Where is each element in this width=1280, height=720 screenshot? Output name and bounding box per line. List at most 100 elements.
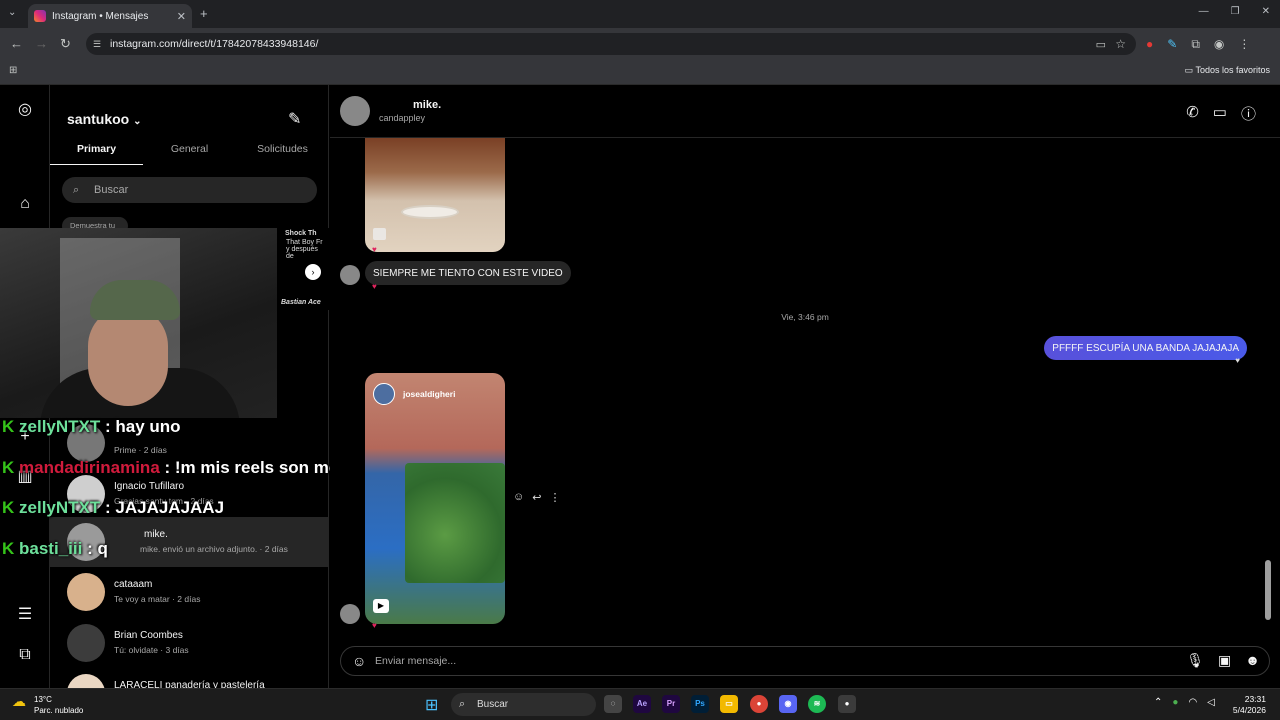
chevron-right-icon[interactable]: › [305,264,321,280]
reaction-heart-icon[interactable]: ♥ [372,621,377,630]
browser-tab-bar: ⌄ Instagram • Mensajes ✕ + — ❐ ✕ [0,0,1280,28]
maximize-icon[interactable]: ❐ [1231,6,1240,17]
search-icon: ⌕ [73,183,80,196]
ad-title: Shock Th [285,230,317,237]
home-icon[interactable]: ⌂ [15,194,35,214]
chat-badge: K [2,539,15,558]
profile-avatar-icon[interactable]: ◉ [1214,37,1224,52]
conversation-thread: mike. candappley ✆ ▭ ⓘ ♥ SIEMPRE ME TIEN… [330,85,1280,688]
chat-text: : hay uno [105,417,181,436]
tray-chevron-icon[interactable]: ⌃ [1154,697,1162,708]
account-username: santukoo [67,111,130,127]
image-icon[interactable]: ▣ [1218,652,1231,669]
wifi-icon[interactable]: ◠ [1188,697,1197,708]
volume-icon[interactable]: ◁ [1207,697,1215,708]
shared-media-preview[interactable] [365,138,505,252]
forward-icon[interactable]: → [35,36,48,51]
close-tab-icon[interactable]: ✕ [177,10,186,23]
chrome-icon[interactable]: ● [750,695,768,713]
shared-reel[interactable]: josealdigheri ▶ [365,373,505,624]
reload-icon[interactable]: ↻ [60,36,71,52]
tab-general[interactable]: General [143,143,236,165]
tab-search-icon[interactable]: ⌄ [8,7,16,18]
cast-icon[interactable]: ▭ [1096,38,1106,51]
bookmark-star-icon[interactable]: ☆ [1115,37,1126,51]
message-input[interactable]: ☺ Enviar mensaje... [340,646,1270,676]
chat-user: zellyNTXT [19,498,101,517]
new-message-icon[interactable]: ✎ [288,109,301,129]
search-input[interactable]: ⌕ Buscar [62,177,317,203]
windows-start-icon[interactable]: ⊞ [425,695,438,715]
reel-author-avatar [373,383,395,405]
incoming-message[interactable]: SIEMPRE ME TIENTO CON ESTE VIDEO [365,261,571,285]
taskbar-clock[interactable]: 23:31 5/4/2026 [1233,694,1266,716]
spotify-icon[interactable]: ≋ [808,695,826,713]
phone-icon[interactable]: ✆ [1186,103,1199,124]
ad-brand: Bastian Ace [281,299,321,306]
weather-widget[interactable]: ☁ 13°C Parc. nublado [12,694,83,716]
discord-icon[interactable]: ◉ [779,695,797,713]
weather-text: Parc. nublado [34,706,84,715]
reel-play-icon[interactable]: ▶ [373,599,389,613]
instagram-logo-icon[interactable]: ◎ [15,100,35,120]
extension-translate-icon[interactable]: ✎ [1167,37,1177,52]
outgoing-message[interactable]: PFFFF ESCUPÍA UNA BANDA JAJAJAJA [1044,336,1247,360]
conversation-item[interactable]: Brian Coombes Tú: olvidate · 3 días [50,618,328,668]
react-emoji-icon[interactable]: ☺ [513,491,524,504]
tab-primary[interactable]: Primary [50,143,143,165]
clock-date: 5/4/2026 [1232,705,1266,715]
info-icon[interactable]: ⓘ [1241,103,1256,124]
reply-icon[interactable]: ↩ [532,491,541,504]
extensions-puzzle-icon[interactable]: ⧉ [1191,37,1200,52]
chat-badge: K [2,498,15,517]
taskbar-search[interactable]: ⌕ Buscar [451,693,596,716]
video-call-icon[interactable]: ▭ [1213,103,1227,124]
all-bookmarks-folder[interactable]: ▭ Todos los favoritos [1185,65,1270,76]
tab-requests[interactable]: Solicitudes [236,143,328,165]
chevron-down-icon: ⌄ [133,116,142,127]
reaction-heart-icon[interactable]: ♥ [1235,356,1240,365]
chrome-menu-icon[interactable]: ⋮ [1238,37,1250,52]
extension-red-icon[interactable]: ● [1146,37,1153,52]
media-plate [401,205,459,219]
browser-tab[interactable]: Instagram • Mensajes ✕ [28,4,192,28]
chrome-active-icon[interactable]: ● [838,695,856,713]
account-switcher[interactable]: santukoo ⌄ [67,111,142,127]
apps-grid-icon[interactable]: ⊞ [9,65,17,76]
new-tab-icon[interactable]: + [200,6,208,21]
window-close-icon[interactable]: ✕ [1262,6,1270,17]
ad-line: That Boy Fr [286,239,323,246]
reel-author[interactable]: josealdigheri [403,389,455,399]
premiere-icon[interactable]: Pr [662,695,680,713]
address-bar[interactable]: ☰ instagram.com/direct/t/178420784339481… [86,33,1136,55]
search-placeholder: Buscar [94,184,129,196]
tab-title: Instagram • Mensajes [52,10,149,22]
conversation-item[interactable]: cataaam Te voy a matar · 2 días [50,567,328,617]
contact-name[interactable]: mike. [413,99,441,111]
scrollbar-thumb[interactable] [1265,560,1271,620]
chat-badge: K [2,458,15,477]
app-icon-generic[interactable]: ◌ [604,695,622,713]
play-icon[interactable] [373,228,386,240]
tray-mic-icon[interactable]: ● [1172,697,1178,708]
reaction-heart-icon[interactable]: ♥ [372,245,377,254]
more-options-icon[interactable]: ⋮ [549,491,560,504]
back-icon[interactable]: ← [10,36,23,51]
ad-card[interactable]: Shock Th That Boy Fr y después de › Bast… [281,228,329,310]
contact-handle: candappley [379,113,426,123]
conversation-item[interactable]: LARACELI panadería y pastelería [50,668,328,688]
site-info-icon[interactable]: ☰ [93,39,101,50]
reaction-heart-icon[interactable]: ♥ [372,282,377,291]
sticker-icon[interactable]: ☻ [1245,652,1260,669]
chat-text: : q [87,539,108,558]
more-apps-icon[interactable]: ⧉ [15,645,35,665]
file-explorer-icon[interactable]: ▭ [720,695,738,713]
chat-user: basti_iii [19,539,83,558]
menu-icon[interactable]: ☰ [15,605,35,625]
photoshop-icon[interactable]: Ps [691,695,709,713]
microphone-icon[interactable]: 🎙 [1186,652,1204,669]
emoji-icon[interactable]: ☺ [352,653,366,669]
minimize-icon[interactable]: — [1199,6,1209,17]
after-effects-icon[interactable]: Ae [633,695,651,713]
contact-avatar[interactable] [340,96,370,126]
